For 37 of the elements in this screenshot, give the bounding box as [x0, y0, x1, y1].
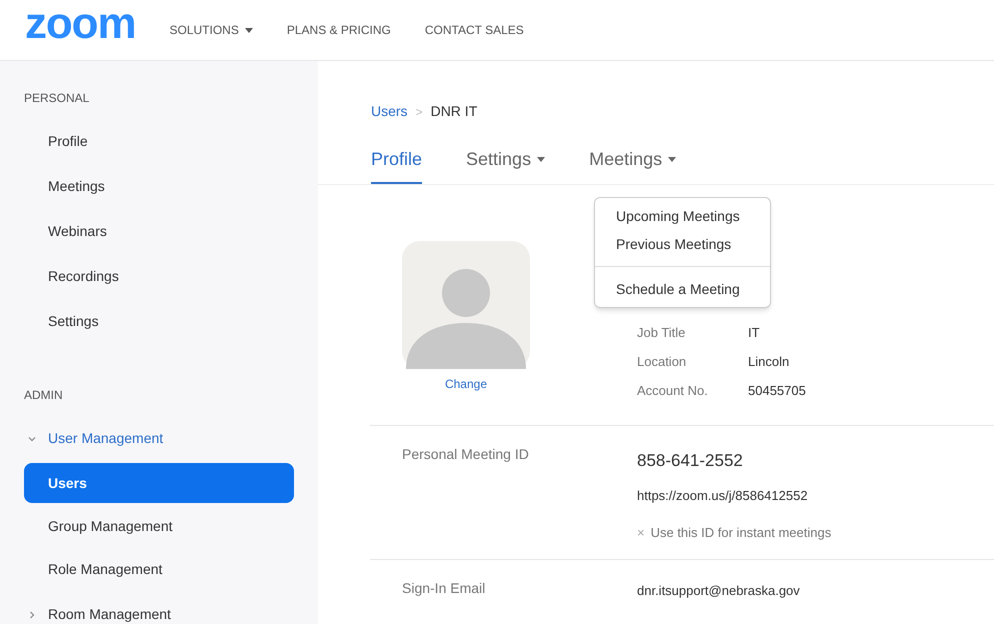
sidebar-item[interactable]: Recordings — [24, 254, 294, 299]
breadcrumb-separator: > — [416, 104, 423, 120]
section-heading: ADMIN — [23, 387, 64, 404]
email-value: dnr.itsupport@nebraska.gov — [637, 582, 800, 600]
menu-item[interactable]: Upcoming Meetings — [595, 202, 770, 230]
breadcrumb-current: DNR IT — [430, 102, 478, 121]
detail-label: Account No. — [637, 382, 709, 400]
sidebar-item[interactable]: Profile — [24, 119, 294, 164]
sidebar-item[interactable]: User Management — [48, 428, 164, 449]
sidebar-item[interactable]: Meetings — [24, 164, 294, 209]
menu-item[interactable]: Schedule a Meeting — [595, 275, 770, 303]
sidebar-item[interactable]: Room Management — [48, 604, 171, 624]
tab[interactable]: Profile — [371, 148, 422, 184]
detail-value: 50455705 — [748, 382, 806, 400]
breadcrumb-link[interactable]: Users — [371, 101, 408, 122]
detail-label: Location — [637, 352, 688, 371]
field-label: Sign-In Email — [402, 578, 486, 598]
sidebar-item[interactable]: Settings — [24, 299, 294, 344]
tab[interactable]: Meetings — [589, 148, 676, 184]
field-label: Personal Meeting ID — [402, 445, 530, 464]
meeting-url: https://zoom.us/j/8586412552 — [637, 486, 809, 505]
sidebar-item[interactable]: Webinars — [24, 209, 294, 254]
detail-value: Lincoln — [748, 352, 790, 371]
meeting-id: 858-641-2552 — [637, 450, 744, 472]
section-heading: PERSONAL — [23, 90, 90, 107]
detail-label: Job Title — [637, 324, 686, 342]
nav-link[interactable]: CONTACT SALES — [424, 21, 524, 39]
detail-value: IT — [748, 324, 760, 342]
sidebar-item[interactable]: Role Management — [24, 549, 294, 589]
sidebar-item[interactable]: Group Management — [24, 506, 294, 546]
option-label: Use this ID for instant meetings — [650, 524, 832, 542]
menu-item[interactable]: Previous Meetings — [595, 230, 770, 258]
nav-link[interactable]: PLANS & PRICING — [286, 21, 391, 39]
tab[interactable]: Settings — [466, 148, 546, 184]
nav-link[interactable]: SOLUTIONS — [169, 21, 253, 39]
sidebar-item[interactable]: Users — [24, 463, 294, 503]
change-photo-link[interactable]: Change — [444, 375, 488, 393]
